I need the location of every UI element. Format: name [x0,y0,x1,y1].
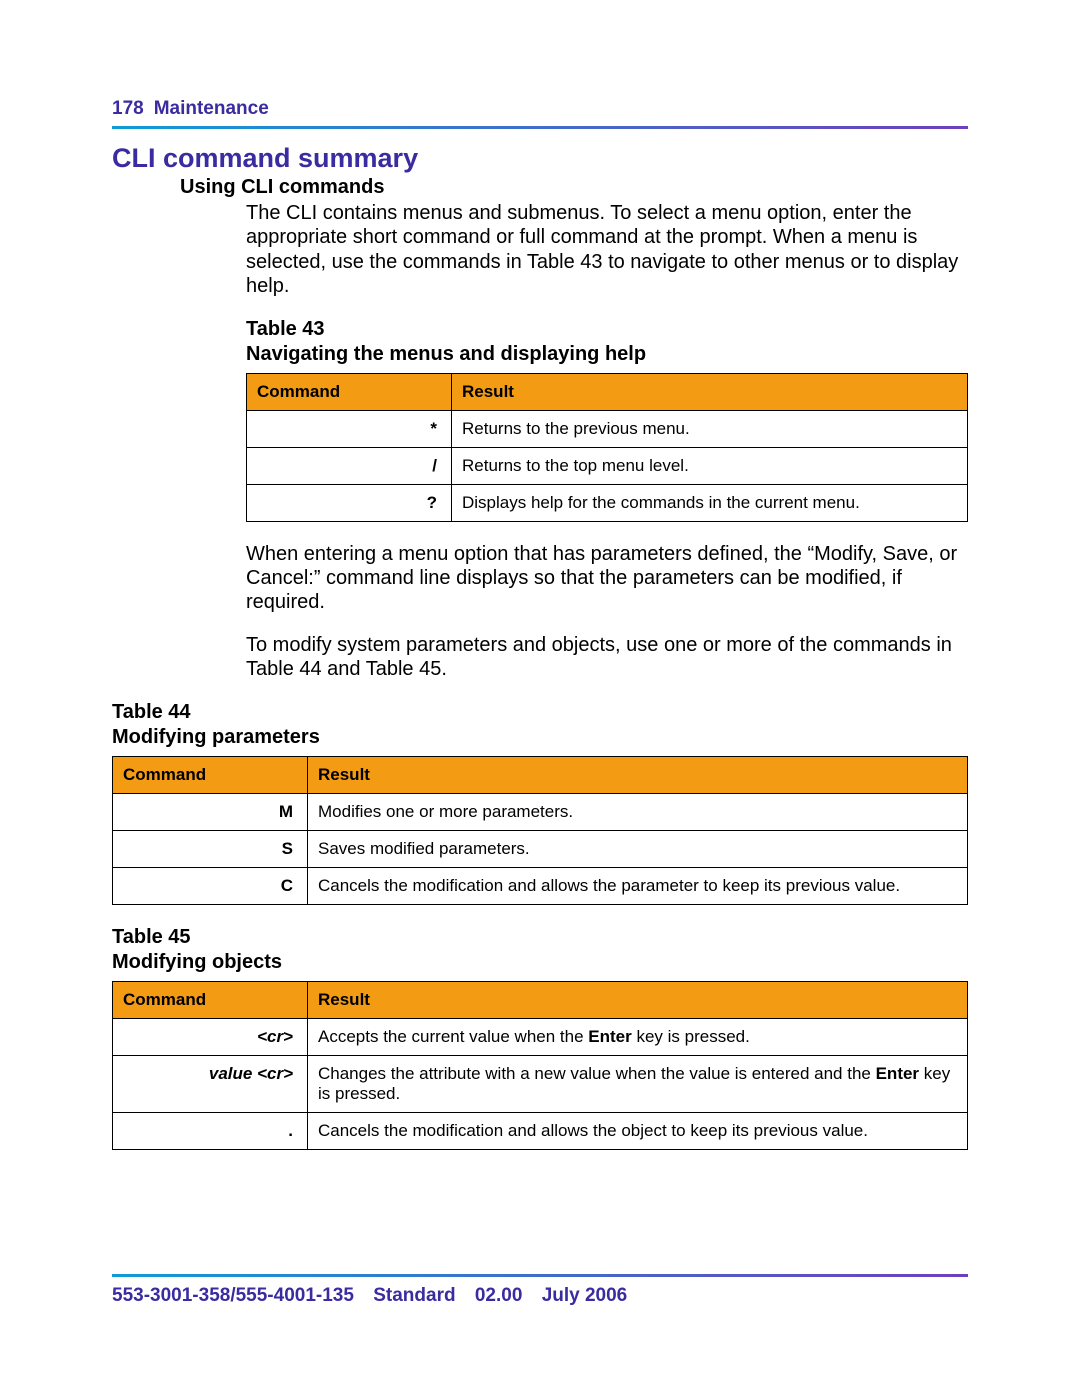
table-caption-text: Modifying parameters [112,726,320,748]
table-44: Command Result MModifies one or more par… [112,756,968,905]
table-caption-text: Modifying objects [112,951,282,973]
cell-command: value <cr> [113,1055,308,1112]
cell-result: Modifies one or more parameters. [308,793,968,830]
cell-result: Changes the attribute with a new value w… [308,1055,968,1112]
table-header-row: Command Result [247,373,968,410]
table-row: .Cancels the modification and allows the… [113,1112,968,1149]
table-45-caption: Table 45 Modifying objects [112,925,968,975]
table-row: SSaves modified parameters. [113,830,968,867]
table-43-caption: Table 43 Navigating the menus and displa… [246,317,968,367]
cell-result: Returns to the previous menu. [452,410,968,447]
table-number: Table 43 [246,318,325,340]
header-rule [112,126,968,129]
mid-paragraph-1: When entering a menu option that has par… [112,542,968,615]
cell-result: Returns to the top menu level. [452,447,968,484]
table-44-caption: Table 44 Modifying parameters [112,700,968,750]
table-caption-text: Navigating the menus and displaying help [246,343,646,365]
cell-command: ? [247,484,452,521]
cell-result: Accepts the current value when the Enter… [308,1018,968,1055]
cell-result: Cancels the modification and allows the … [308,867,968,904]
table-header-row: Command Result [113,756,968,793]
cell-command: / [247,447,452,484]
table-row: CCancels the modification and allows the… [113,867,968,904]
table-body: MModifies one or more parameters.SSaves … [113,793,968,904]
footer-rule [112,1274,968,1277]
table-44-block: Table 44 Modifying parameters Command Re… [112,700,968,905]
table-row: MModifies one or more parameters. [113,793,968,830]
cell-result: Displays help for the commands in the cu… [452,484,968,521]
table-number: Table 44 [112,701,191,723]
col-command: Command [113,981,308,1018]
table-43: Command Result *Returns to the previous … [246,373,968,522]
table-body: *Returns to the previous menu./Returns t… [247,410,968,521]
table-45-block: Table 45 Modifying objects Command Resul… [112,925,968,1150]
intro-paragraph: The CLI contains menus and submenus. To … [112,201,968,299]
section-name: Maintenance [154,98,269,119]
col-result: Result [308,756,968,793]
table-43-block: Table 43 Navigating the menus and displa… [112,317,968,522]
table-row: ?Displays help for the commands in the c… [247,484,968,521]
table-body: <cr>Accepts the current value when the E… [113,1018,968,1149]
cell-command: * [247,410,452,447]
cell-result: Cancels the modification and allows the … [308,1112,968,1149]
table-row: value <cr>Changes the attribute with a n… [113,1055,968,1112]
doc-status: Standard [373,1285,455,1306]
cell-command: . [113,1112,308,1149]
page-number: 178 [112,98,144,119]
table-45: Command Result <cr>Accepts the current v… [112,981,968,1150]
col-command: Command [113,756,308,793]
col-result: Result [308,981,968,1018]
col-result: Result [452,373,968,410]
cell-command: C [113,867,308,904]
doc-version: 02.00 [475,1285,523,1306]
doc-number: 553-3001-358/555-4001-135 [112,1285,354,1306]
table-row: *Returns to the previous menu. [247,410,968,447]
document-page: 178 Maintenance CLI command summary Using… [0,0,1080,1397]
table-header-row: Command Result [113,981,968,1018]
running-head: 178 Maintenance [112,98,968,120]
cell-command: <cr> [113,1018,308,1055]
footer-line: 553-3001-358/555-4001-135 Standard 02.00… [112,1285,968,1307]
cell-command: S [113,830,308,867]
table-row: /Returns to the top menu level. [247,447,968,484]
page-title: CLI command summary [112,143,968,174]
cell-command: M [113,793,308,830]
subhead-using-cli: Using CLI commands [112,176,968,199]
col-command: Command [247,373,452,410]
page-footer: 553-3001-358/555-4001-135 Standard 02.00… [112,1274,968,1307]
table-number: Table 45 [112,926,191,948]
table-row: <cr>Accepts the current value when the E… [113,1018,968,1055]
doc-date: July 2006 [542,1285,628,1306]
mid-paragraph-2: To modify system parameters and objects,… [112,633,968,682]
cell-result: Saves modified parameters. [308,830,968,867]
